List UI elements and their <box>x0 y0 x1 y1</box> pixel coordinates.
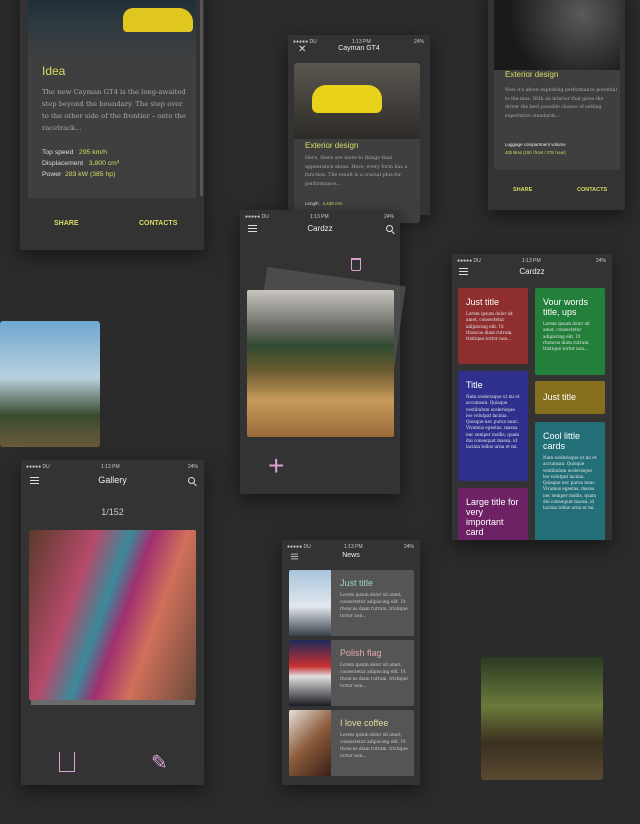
screen-title: Cardzz <box>307 224 333 233</box>
screen-title: Cayman GT4 <box>338 45 380 52</box>
scrollbar[interactable] <box>200 0 203 196</box>
car-photo <box>294 63 420 139</box>
interior-card[interactable]: Exterior design Now it's about exploitin… <box>494 0 620 170</box>
news-screen: ●●●●● DU 1:13 PM 24% News Just title Lorem … <box>282 540 420 785</box>
spec-row: Displacement 3,800 cm³ <box>42 160 120 167</box>
news-item[interactable]: Just title Lorem ipsum dolor sit amet, co… <box>289 570 414 636</box>
trash-icon[interactable] <box>351 258 361 271</box>
news-item[interactable]: Polish flag Lorem ipsum dolor sit amet, c… <box>289 640 414 706</box>
search-icon[interactable] <box>386 225 393 232</box>
spec-label: Luggage compartment volume <box>505 142 566 147</box>
color-card[interactable]: Just title <box>535 381 605 414</box>
card-title: Exterior design <box>505 70 559 79</box>
color-card[interactable]: Just title Lorem ipsum dolor sit amet, co… <box>458 288 528 364</box>
screen-title: Gallery <box>98 475 127 485</box>
plus-icon[interactable]: + <box>268 452 284 480</box>
share-button[interactable]: SHARE <box>513 187 532 193</box>
contacts-button[interactable]: CONTACTS <box>577 187 607 193</box>
idea-card[interactable]: Idea The new Cayman GT4 is the long-awai… <box>28 0 196 198</box>
spec-row: Top speed 295 km/h <box>42 149 108 156</box>
cayman-card[interactable]: Exterior design Here, there are more to … <box>294 63 420 223</box>
photo-counter: 1/152 <box>101 507 124 517</box>
spec-value: 425 litres (150 l front / 275 l rear) <box>505 150 566 155</box>
screen-title: Cardzz <box>519 267 545 276</box>
interior-photo <box>494 0 620 70</box>
share-icon[interactable] <box>59 752 75 772</box>
contacts-button[interactable]: CONTACTS <box>139 220 177 227</box>
card-title: Exterior design <box>305 141 359 150</box>
spec-row: Length 4,438 mm <box>305 201 343 206</box>
card-text: Here, there are more to things than appe… <box>305 156 408 187</box>
color-card[interactable]: Vour words title, ups Lorem ipsum dolor s… <box>535 288 605 375</box>
idea-text: The new Cayman GT4 is the long-awaited s… <box>42 88 186 132</box>
cayman-screen: ●●●●● DU 1:13 PM 24% ✕ Cayman GT4 Exterior… <box>288 35 430 223</box>
color-card[interactable]: Title Nam scelerisque ut mi et accumsan. … <box>458 371 528 481</box>
color-card[interactable]: Large title for very important card <box>458 488 528 540</box>
news-item[interactable]: I love coffee Lorem ipsum dolor sit amet,… <box>289 710 414 776</box>
stack-top-photo[interactable] <box>247 290 394 437</box>
spec-row: Power 283 kW (385 hp) <box>42 171 116 178</box>
forest-photo <box>481 657 603 780</box>
idea-screen: Idea The new Cayman GT4 is the long-awai… <box>20 0 204 250</box>
news-thumbnail <box>289 640 331 706</box>
idea-title: Idea <box>42 64 66 78</box>
pencil-icon[interactable]: ✎ <box>151 750 168 775</box>
card-text: Now it's about exploiting performance po… <box>505 88 617 120</box>
color-card[interactable]: Cool little cards Nam scelerisque ut mi e… <box>535 422 605 540</box>
screen-title: News <box>342 552 360 559</box>
palm-photo <box>0 321 100 447</box>
cardzz-grid-screen: ●●●●● DU 1:13 PM 24% Cardzz Just title Lore… <box>452 254 612 540</box>
gallery-screen: ●●●●● DU 1:13 PM 24% Gallery 1/152 ✎ <box>21 460 204 785</box>
interior-screen: Exterior design Now it's about exploitin… <box>488 0 625 210</box>
search-icon[interactable] <box>188 477 195 484</box>
news-thumbnail <box>289 570 331 636</box>
share-button[interactable]: SHARE <box>54 220 79 227</box>
gallery-photo[interactable] <box>29 530 196 700</box>
car-photo <box>28 0 196 60</box>
cardzz-stack-screen: ●●●●● DU 1:13 PM 24% Cardzz + <box>240 210 406 494</box>
news-thumbnail <box>289 710 331 776</box>
